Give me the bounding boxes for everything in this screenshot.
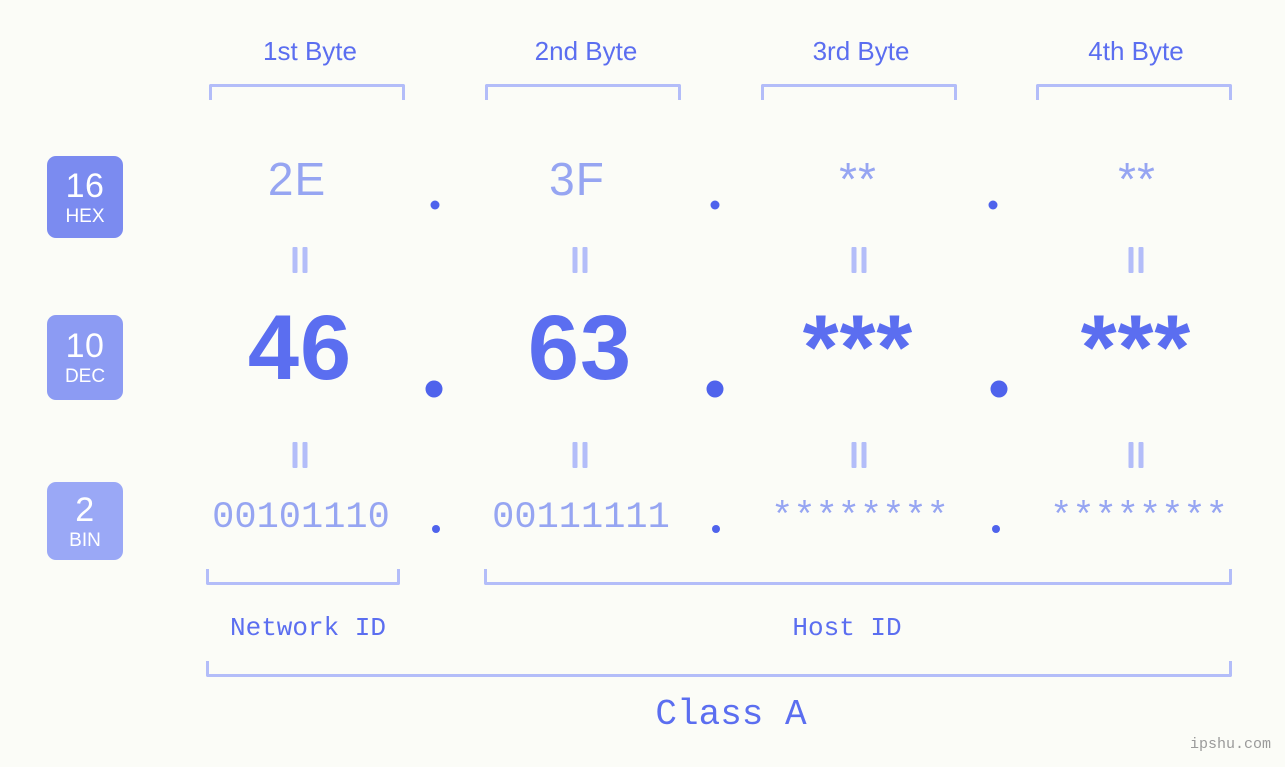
badge-bin-number: 2 [75, 490, 95, 529]
equals-mark-dec-bin-3 [851, 442, 867, 468]
dec-byte-3: *** [802, 297, 914, 399]
equals-mark-hex-dec-3 [851, 247, 867, 273]
bin-separator-dot-3 [992, 525, 1000, 533]
byte-header-4: 4th Byte [1088, 36, 1184, 66]
badge-dec-name: DEC [64, 366, 106, 387]
watermark: ipshu.com [1189, 736, 1271, 753]
badge-dec-number: 10 [65, 327, 105, 365]
equals-mark-hex-dec-2 [572, 247, 588, 273]
byte-header-3: 3rd Byte [812, 36, 910, 66]
badge-hex-number: 16 [65, 166, 105, 205]
class-label: Class A [655, 694, 807, 735]
network-id-bracket [206, 569, 400, 585]
host-id-label: Host ID [792, 613, 902, 643]
network-id-label: Network ID [229, 613, 387, 643]
bin-separator-dot-1 [432, 525, 440, 533]
dec-separator-dot-2 [706, 380, 724, 398]
equals-mark-dec-bin-4 [1128, 442, 1144, 468]
equals-mark-hex-dec-1 [292, 247, 308, 273]
dec-byte-4: *** [1080, 297, 1192, 399]
class-bracket [206, 661, 1232, 677]
dec-byte-2: 63 [527, 297, 633, 399]
equals-mark-dec-bin-2 [572, 442, 588, 468]
bin-separator-dot-2 [712, 525, 720, 533]
ip-address-diagram: 1st Byte 2nd Byte 3rd Byte 4th Byte 16 H… [0, 0, 1285, 767]
byte-bracket-1 [209, 84, 405, 100]
byte-bracket-4 [1036, 84, 1232, 100]
byte-bracket-3 [761, 84, 957, 100]
hex-byte-2: 3F [549, 153, 605, 205]
hex-separator-dot-3 [988, 200, 998, 210]
dec-byte-1: 46 [247, 297, 353, 399]
bin-byte-3: ******** [771, 497, 949, 539]
byte-header-1: 1st Byte [263, 36, 357, 66]
badge-dec: 10 DEC [47, 315, 123, 400]
hex-byte-4: ** [1118, 153, 1156, 205]
byte-header-2: 2nd Byte [534, 36, 638, 66]
hex-separator-dot-1 [430, 200, 440, 210]
badge-hex: 16 HEX [47, 156, 123, 238]
badge-bin: 2 BIN [47, 482, 123, 560]
equals-mark-dec-bin-1 [292, 442, 308, 468]
hex-byte-3: ** [839, 153, 877, 205]
host-id-bracket [484, 569, 1232, 585]
bin-byte-2: 00111111 [492, 497, 670, 539]
dec-separator-dot-3 [990, 380, 1008, 398]
badge-bin-name: BIN [69, 529, 101, 551]
badge-hex-name: HEX [65, 205, 105, 227]
hex-separator-dot-2 [710, 200, 720, 210]
dec-separator-dot-1 [425, 380, 443, 398]
bin-byte-4: ******** [1050, 497, 1228, 539]
bin-byte-1: 00101110 [212, 497, 390, 539]
equals-mark-hex-dec-4 [1128, 247, 1144, 273]
byte-bracket-2 [485, 84, 681, 100]
hex-byte-1: 2E [267, 153, 327, 205]
